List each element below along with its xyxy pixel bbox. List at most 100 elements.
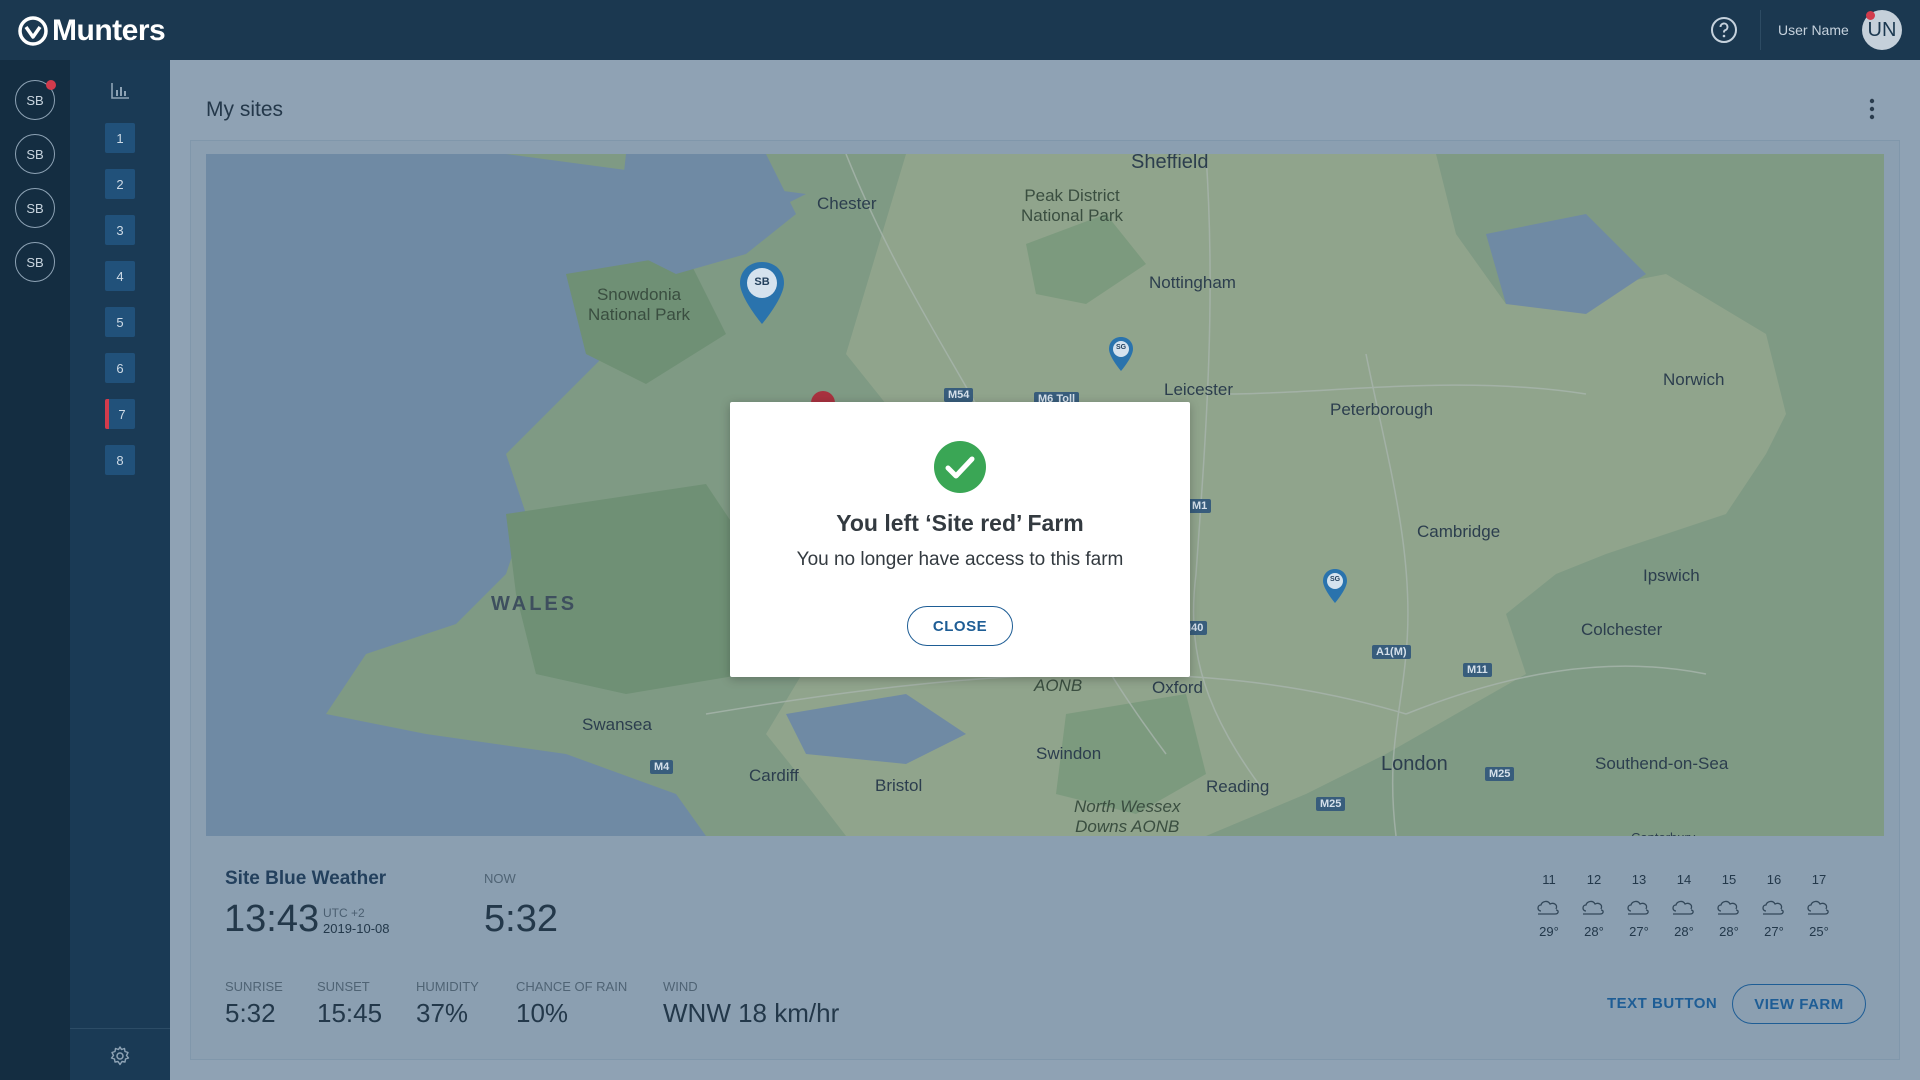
stat-label-wind: WIND	[663, 979, 698, 994]
text-button[interactable]: TEXT BUTTON	[1607, 995, 1717, 1012]
dialog-message: You no longer have access to this farm	[796, 549, 1124, 570]
view-farm-button[interactable]: VIEW FARM	[1732, 984, 1866, 1024]
map-label: WALES	[491, 593, 578, 615]
map-pin-label: SB	[754, 276, 770, 288]
map-label: Swindon	[1036, 744, 1102, 763]
cloud-wind-icon	[1627, 900, 1649, 915]
map-label: Cambridge	[1417, 522, 1501, 541]
location-pin-icon	[1323, 569, 1347, 603]
cloud-wind-icon	[1807, 900, 1829, 915]
site-rail: SB SB SB SB	[0, 60, 70, 1080]
map-pin-sg[interactable]: SG	[1108, 336, 1134, 372]
road-shield: A1(M)	[1372, 645, 1411, 659]
cloud-wind-icon	[1672, 900, 1694, 915]
user-notification-dot	[1866, 11, 1875, 20]
forecast-temp: 28°	[1674, 924, 1694, 939]
help-icon[interactable]	[1710, 16, 1738, 44]
stat-value-wind: WNW 18 km/hr	[663, 998, 840, 1028]
map-label: Norwich	[1663, 370, 1725, 389]
forecast-hour: 13	[1631, 872, 1647, 887]
cloud-wind-icon	[1582, 900, 1604, 915]
map-pin-sg[interactable]: SG	[1322, 568, 1348, 604]
stat-label-rain: CHANCE OF RAIN	[516, 979, 628, 994]
map-label: AONB	[1034, 676, 1083, 695]
weather-now-value: 5:32	[484, 898, 558, 940]
close-button[interactable]: CLOSE	[907, 606, 1013, 646]
road-shield: M54	[944, 388, 974, 402]
house-tab[interactable]: 8	[105, 445, 135, 475]
map-pin-label: SG	[1329, 576, 1341, 583]
stat-value-rain: 10%	[516, 998, 569, 1028]
house-tab[interactable]: 4	[105, 261, 135, 291]
site-avatar[interactable]: SB	[15, 242, 55, 282]
house-tab[interactable]: 5	[105, 307, 135, 337]
map-label: Chester	[817, 194, 877, 213]
brand-name: Munters	[52, 14, 166, 47]
forecast-temp: 29°	[1539, 924, 1559, 939]
map-label: Sheffield	[1131, 154, 1209, 173]
gear-icon[interactable]	[109, 1045, 131, 1067]
location-pin-icon	[740, 262, 784, 324]
map-label: Leicester	[1164, 380, 1233, 399]
forecast-temp: 25°	[1809, 924, 1829, 939]
site-avatar[interactable]: SB	[15, 134, 55, 174]
bar-chart-icon[interactable]	[110, 82, 130, 100]
forecast-hour: 12	[1586, 872, 1602, 887]
road-shield: M4	[650, 760, 674, 774]
map-pin-sb[interactable]: SB	[737, 260, 787, 326]
stat-value-sunrise: 5:32	[225, 998, 276, 1028]
stat-label-humidity: HUMIDITY	[416, 979, 479, 994]
user-name[interactable]: User Name	[1778, 22, 1849, 38]
rail-divider	[70, 1028, 170, 1029]
house-tab-active[interactable]: 7	[105, 399, 135, 429]
site-avatar[interactable]: SB	[15, 188, 55, 228]
dialog-title: You left ‘Site red’ Farm	[836, 510, 1084, 536]
cloud-wind-icon	[1717, 900, 1739, 915]
more-options-icon[interactable]	[1862, 96, 1882, 122]
house-tab[interactable]: 6	[105, 353, 135, 383]
map-label: Colchester	[1581, 620, 1663, 639]
weather-now-label: NOW	[484, 871, 516, 886]
top-bar: Munters User Name UN	[0, 0, 1920, 60]
house-tab[interactable]: 1	[105, 123, 135, 153]
success-check-icon	[934, 441, 986, 493]
forecast-temp: 27°	[1629, 924, 1649, 939]
house-number: 6	[116, 360, 124, 376]
house-number: 8	[116, 452, 124, 468]
map-label: Nottingham	[1149, 273, 1236, 292]
road-shield: M11	[1463, 663, 1492, 677]
left-farm-dialog: You left ‘Site red’ Farm You no longer h…	[730, 402, 1190, 677]
weather-utc-offset: UTC +2	[323, 906, 365, 920]
map-label: Bristol	[875, 776, 923, 795]
road-shield: M25	[1485, 767, 1515, 781]
weather-date: 2019-10-08	[323, 921, 390, 936]
house-tab[interactable]: 2	[105, 169, 135, 199]
forecast-temp: 28°	[1719, 924, 1739, 939]
map-label: Reading	[1206, 777, 1270, 796]
forecast-hour: 17	[1811, 872, 1827, 887]
page-title: My sites	[206, 98, 284, 121]
map-label: Oxford	[1152, 678, 1204, 697]
map-label: Cardiff	[749, 766, 799, 785]
map-pin-label: SG	[1115, 344, 1127, 351]
munters-logo-icon	[18, 16, 48, 46]
forecast-hour: 11	[1542, 872, 1556, 887]
cloud-wind-icon	[1762, 900, 1784, 915]
map-label: Peak District National Park	[1021, 186, 1124, 225]
stat-value-sunset: 15:45	[317, 998, 383, 1028]
house-number: 3	[116, 222, 124, 238]
house-number: 5	[116, 314, 124, 330]
house-tab[interactable]: 3	[105, 215, 135, 245]
cloud-wind-icon	[1537, 900, 1559, 915]
forecast-hour: 15	[1721, 872, 1737, 887]
site-alert-dot	[46, 80, 56, 90]
forecast-hour: 14	[1676, 872, 1692, 887]
road-shield: M1	[1188, 499, 1212, 513]
house-rail: 1 2 3 4 5 6 7 8	[70, 60, 170, 1080]
house-number: 2	[116, 176, 124, 192]
map-label: Ipswich	[1643, 566, 1700, 585]
map-label: Canterbury	[1631, 828, 1695, 836]
site-initials: SB	[26, 254, 44, 270]
munters-logo[interactable]: Munters	[18, 14, 166, 48]
house-number: 1	[116, 130, 124, 146]
